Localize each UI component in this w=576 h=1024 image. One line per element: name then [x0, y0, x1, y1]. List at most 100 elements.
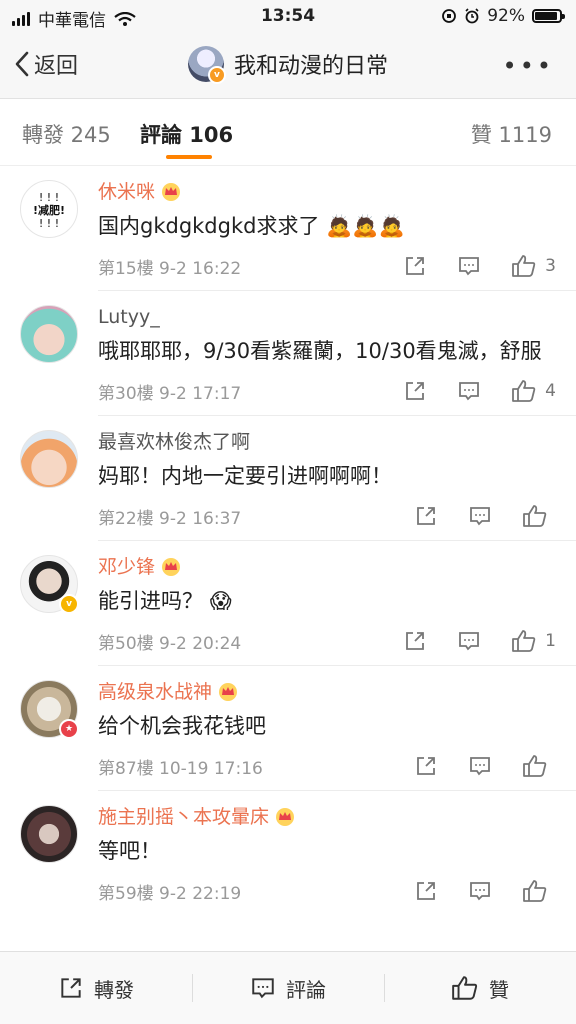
share-icon	[406, 632, 425, 650]
avatar[interactable]: v	[20, 555, 79, 614]
username[interactable]: 最喜欢林俊杰了啊	[98, 426, 250, 458]
share-icon	[417, 882, 435, 900]
username[interactable]: Lutyy_	[98, 301, 160, 333]
thumbs-up-icon	[523, 755, 547, 777]
crown-badge-icon	[219, 683, 238, 701]
crown-badge-icon	[162, 558, 181, 576]
comment-button[interactable]: 評論	[192, 952, 384, 1024]
comment-icon	[470, 507, 490, 526]
author-avatar: v	[187, 46, 226, 84]
like-count: 4	[545, 381, 556, 401]
verified-badge-icon: v	[207, 66, 226, 84]
like-button[interactable]: 3	[511, 254, 556, 278]
battery-percent: 92%	[487, 6, 525, 26]
like-button[interactable]	[522, 879, 556, 903]
thumbs-up-icon	[512, 255, 536, 277]
svg-text:! ! !: ! ! !	[39, 217, 59, 230]
svg-text:!减肥!: !减肥!	[33, 203, 65, 217]
crown-badge-icon	[162, 183, 181, 201]
username[interactable]: 施主别摇丶本攻暈床	[98, 801, 269, 833]
repost-button[interactable]: 轉發	[0, 952, 192, 1024]
avatar[interactable]: ★	[20, 680, 79, 739]
username[interactable]: 邓少锋	[98, 551, 155, 583]
avatar[interactable]	[20, 305, 78, 363]
nav-bar: 返回 v 我和动漫的日常 •••	[0, 34, 576, 99]
comment-text: 国内gkdgkdgkd求求了	[98, 214, 320, 238]
comment-item: v 邓少锋 能引进吗？ 😱 第50樓 9-2 20:24 1	[20, 541, 576, 666]
share-button[interactable]	[403, 379, 427, 403]
comment-text: 给个机会我花钱吧	[98, 714, 266, 738]
reply-button[interactable]	[468, 879, 492, 903]
like-button[interactable]: 4	[511, 379, 556, 403]
comment-icon	[459, 632, 480, 651]
share-icon	[406, 257, 425, 275]
thumbs-up-icon	[452, 976, 478, 1000]
like-button[interactable]	[522, 504, 556, 528]
comment-icon	[459, 382, 480, 401]
username[interactable]: 休米咪	[98, 176, 155, 208]
comment-item: 施主别摇丶本攻暈床 等吧！ 第59樓 9-2 22:19	[20, 791, 576, 915]
share-button[interactable]	[414, 879, 438, 903]
avatar[interactable]	[20, 430, 78, 488]
crown-badge-icon	[276, 808, 295, 826]
comment-list: ! ! ! !减肥!! ! ! 休米咪 国内gkdgkdgkd求求了 🙇🙇🙇 第1…	[0, 166, 576, 915]
share-button[interactable]	[403, 254, 427, 278]
comment-icon	[252, 978, 274, 999]
share-icon	[61, 978, 81, 998]
verified-badge-icon: v	[59, 594, 79, 614]
avatar[interactable]: ! ! ! !减肥!! ! !	[20, 180, 78, 238]
post-author[interactable]: v 我和动漫的日常	[0, 46, 576, 84]
status-bar: 中華電信 13:54 92%	[0, 0, 576, 34]
battery-icon	[532, 9, 565, 23]
username[interactable]: 高级泉水战神	[98, 676, 212, 708]
share-button[interactable]	[414, 754, 438, 778]
repost-label: 轉發	[94, 977, 134, 1002]
comment-text: 哦耶耶耶，9/30看紫羅蘭，10/30看鬼滅，舒服	[98, 339, 542, 363]
thumbs-up-icon	[512, 380, 536, 402]
comment-text: 能引进吗？	[98, 589, 203, 613]
like-count: 1	[545, 631, 556, 651]
tab-repost[interactable]: 轉發 245	[22, 119, 111, 149]
like-button[interactable]	[522, 754, 556, 778]
more-options-icon[interactable]: •••	[503, 52, 554, 80]
like-label: 贊	[489, 977, 509, 1002]
member-badge-icon: ★	[59, 719, 79, 739]
like-count: 3	[545, 256, 556, 276]
like-button[interactable]: 贊	[384, 952, 576, 1024]
alarm-icon	[465, 8, 479, 24]
emoji-icon: 🙇🙇🙇	[326, 214, 405, 238]
reply-button[interactable]	[457, 629, 481, 653]
reply-button[interactable]	[457, 254, 481, 278]
comment-text: 等吧！	[98, 839, 161, 863]
comment-icon	[470, 757, 490, 776]
comment-item: ★ 高级泉水战神 给个机会我花钱吧 第87樓 10-19 17:16	[20, 666, 576, 791]
tab-bar: 轉發 245 評論 106 贊 1119	[0, 99, 576, 166]
like-button[interactable]: 1	[511, 629, 556, 653]
svg-text:! ! !: ! ! !	[39, 191, 59, 204]
comment-item: ! ! ! !减肥!! ! ! 休米咪 国内gkdgkdgkd求求了 🙇🙇🙇 第1…	[20, 166, 576, 291]
thumbs-up-icon	[512, 630, 536, 652]
reply-button[interactable]	[468, 754, 492, 778]
comment-text: 妈耶！内地一定要引进啊啊啊！	[98, 464, 392, 488]
comment-label: 評論	[286, 977, 326, 1002]
bottom-action-bar: 轉發 評論 贊	[0, 951, 576, 1024]
comment-item: 最喜欢林俊杰了啊 妈耶！内地一定要引进啊啊啊！ 第22樓 9-2 16:37	[20, 416, 576, 541]
reply-button[interactable]	[457, 379, 481, 403]
tab-likes[interactable]: 贊 1119	[471, 119, 552, 149]
orientation-lock-icon	[442, 9, 457, 23]
thumbs-up-icon	[523, 880, 547, 902]
share-icon	[406, 382, 425, 400]
comment-item: Lutyy_ 哦耶耶耶，9/30看紫羅蘭，10/30看鬼滅，舒服 第30樓 9-…	[20, 291, 576, 416]
emoji-icon: 😱	[209, 589, 232, 613]
reply-button[interactable]	[468, 504, 492, 528]
active-tab-indicator	[166, 155, 212, 159]
comment-icon	[459, 257, 480, 276]
avatar[interactable]	[20, 805, 78, 863]
page-title: 我和动漫的日常	[233, 54, 388, 79]
share-button[interactable]	[414, 504, 438, 528]
share-button[interactable]	[403, 629, 427, 653]
share-icon	[417, 757, 435, 775]
share-icon	[417, 507, 435, 525]
comment-icon	[470, 882, 490, 901]
tab-comments[interactable]: 評論 106	[140, 119, 233, 149]
